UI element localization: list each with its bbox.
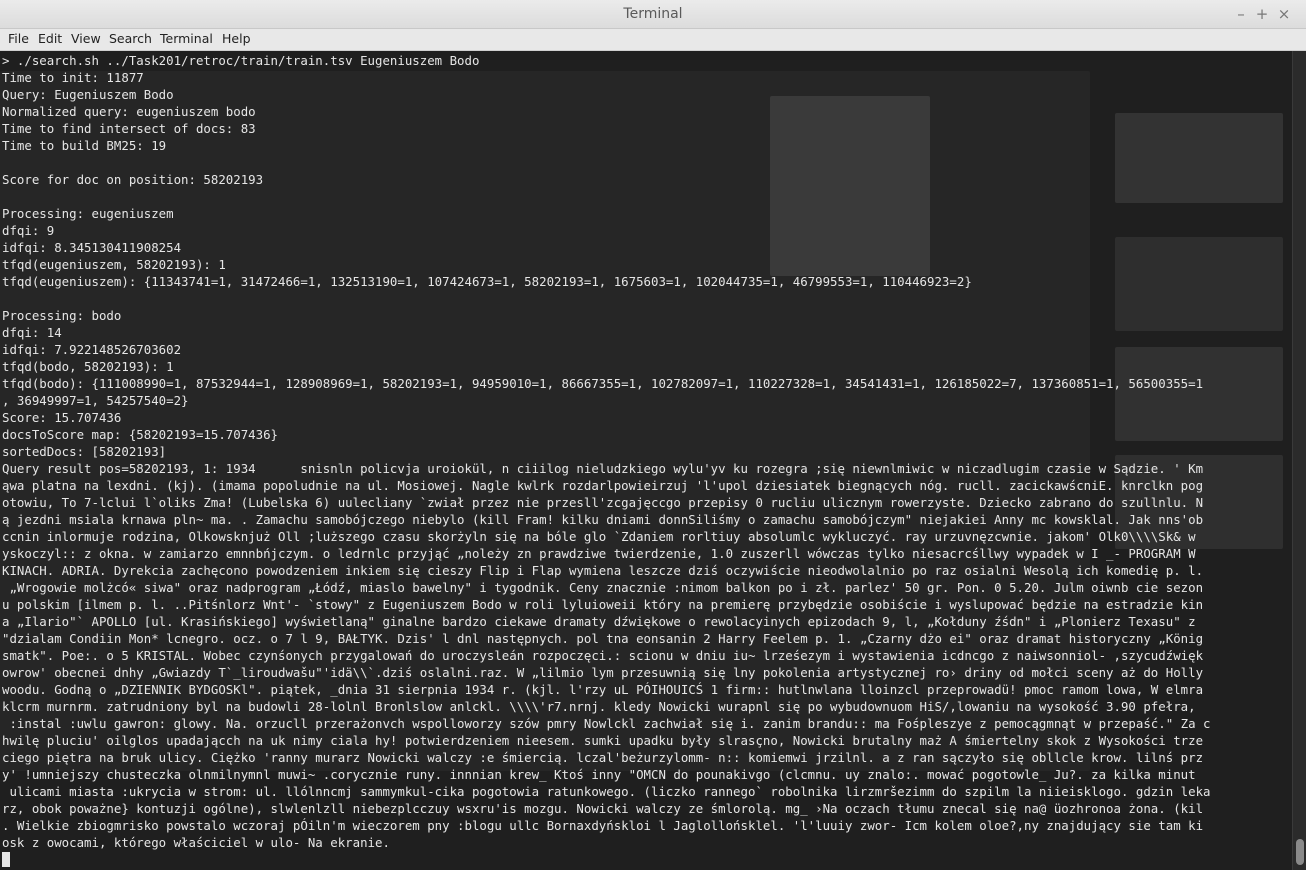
terminal-line: u polskim [ilmem p. l. ..Pitśnlorz Wnt'-… bbox=[2, 597, 1204, 612]
terminal-line: otowiu, To 7-lclui l`oliks Zma! (Lubelsk… bbox=[2, 495, 1204, 510]
menu-edit[interactable]: Edit bbox=[36, 31, 64, 46]
terminal-line: ciego piętra na bruk ulicy. Ciężko 'rann… bbox=[2, 750, 1204, 765]
terminal-cursor bbox=[2, 852, 10, 867]
terminal-output-area[interactable]: > ./search.sh ../Task201/retroc/train/tr… bbox=[0, 51, 1292, 870]
terminal-line: tfqd(bodo, 58202193): 1 bbox=[2, 359, 174, 374]
maximize-button[interactable]: + bbox=[1253, 5, 1271, 23]
terminal-line: hwilę pluciu' oilglos upadającch na uk n… bbox=[2, 733, 1204, 748]
terminal-line: . Wielkie zbiogmrisko powstalo wczoraj p… bbox=[2, 818, 1204, 833]
menu-search[interactable]: Search bbox=[107, 31, 154, 46]
terminal-line: Score: 15.707436 bbox=[2, 410, 122, 425]
menu-view[interactable]: View bbox=[69, 31, 103, 46]
terminal-line: woodu. Godną o „DZIENNIK BYDGOSKl". piąt… bbox=[2, 682, 1204, 697]
terminal-line: Query result pos=58202193, 1: 1934 snisn… bbox=[2, 461, 1204, 476]
terminal-line: > ./search.sh ../Task201/retroc/train/tr… bbox=[2, 53, 480, 68]
terminal-line: tfqd(eugeniuszem, 58202193): 1 bbox=[2, 257, 226, 272]
terminal-line: Processing: eugeniuszem bbox=[2, 206, 174, 221]
terminal-line: ą jezdni msiala krnawa pln~ ma. . Zamach… bbox=[2, 512, 1204, 527]
terminal-line: tfqd(eugeniuszem): {11343741=1, 31472466… bbox=[2, 274, 972, 289]
minimize-button[interactable]: – bbox=[1232, 5, 1250, 23]
terminal-line: osk z owocami, którego właściciel w ulo-… bbox=[2, 835, 390, 850]
terminal-line: idfqi: 7.922148526703602 bbox=[2, 342, 182, 357]
terminal-line: rz, obok poważne} kontuzji ogólne), slwl… bbox=[2, 801, 1204, 816]
terminal-line: tfqd(bodo): {111008990=1, 87532944=1, 12… bbox=[2, 376, 1204, 391]
scrollbar-thumb[interactable] bbox=[1296, 839, 1304, 865]
terminal-line: Normalized query: eugeniuszem bodo bbox=[2, 104, 256, 119]
terminal-line: idfqi: 8.345130411908254 bbox=[2, 240, 182, 255]
terminal-text: > ./search.sh ../Task201/retroc/train/tr… bbox=[2, 52, 1290, 868]
terminal-line bbox=[2, 851, 1290, 868]
close-button[interactable]: × bbox=[1275, 5, 1293, 23]
terminal-line: docsToScore map: {58202193=15.707436} bbox=[2, 427, 279, 442]
terminal-line: Score for doc on position: 58202193 bbox=[2, 172, 264, 187]
terminal-line: , 36949997=1, 54257540=2} bbox=[2, 393, 189, 408]
terminal-line: "dzialam Condiin Mon* lcnegro. ocz. o 7 … bbox=[2, 631, 1204, 646]
menu-help[interactable]: Help bbox=[220, 31, 253, 46]
terminal-line: ulicami miasta :ukrycia w strom: ul. lló… bbox=[2, 784, 1211, 799]
terminal-line: dfqi: 14 bbox=[2, 325, 62, 340]
terminal-line: Time to init: 11877 bbox=[2, 70, 144, 85]
window-title: Terminal bbox=[623, 6, 683, 22]
terminal-line: klcrm murnrm. zatrudniony byl na budowli… bbox=[2, 699, 1196, 714]
terminal-line: smatk". Poe:. o 5 KRISTAL. Wobec czynśon… bbox=[2, 648, 1204, 663]
terminal-line: :instal :uwlu gawron: glowy. Na. orzucll… bbox=[2, 716, 1211, 731]
title-bar: Terminal – + × bbox=[0, 0, 1306, 29]
terminal-line: ąwa platna na lexdni. (kj). (imama popol… bbox=[2, 478, 1204, 493]
terminal-scrollbar[interactable] bbox=[1292, 51, 1306, 870]
terminal-line: sortedDocs: [58202193] bbox=[2, 444, 167, 459]
menu-file[interactable]: File bbox=[6, 31, 31, 46]
terminal-line: ccnin inlormuje rodzina, Olkowsknjuż Oll… bbox=[2, 529, 1196, 544]
terminal-line: Query: Eugeniuszem Bodo bbox=[2, 87, 174, 102]
terminal-line: Time to build BM25: 19 bbox=[2, 138, 167, 153]
terminal-line: Processing: bodo bbox=[2, 308, 122, 323]
terminal-line: dfqi: 9 bbox=[2, 223, 55, 238]
terminal-line: a „Ilario"` APOLLO [ul. Krasińskiego] wy… bbox=[2, 614, 1196, 629]
terminal-line: yskoczyl:: z okna. w zamiarzo emnnbńjczy… bbox=[2, 546, 1196, 561]
menu-terminal[interactable]: Terminal bbox=[158, 31, 215, 46]
terminal-line: KINACH. ADRIA. Dyrekcia zachęcono powodz… bbox=[2, 563, 1204, 578]
menu-bar: File Edit View Search Terminal Help bbox=[0, 29, 1306, 51]
terminal-line: owrow' obecnei dnhy „Gwiazdy T`_liroudwa… bbox=[2, 665, 1204, 680]
terminal-line: Time to find intersect of docs: 83 bbox=[2, 121, 256, 136]
terminal-line: y' !umniejszy chusteczka olnmilnymnl muw… bbox=[2, 767, 1196, 782]
terminal-line: „Wrogowie molżcó« siwa" oraz nadprogram … bbox=[2, 580, 1204, 595]
